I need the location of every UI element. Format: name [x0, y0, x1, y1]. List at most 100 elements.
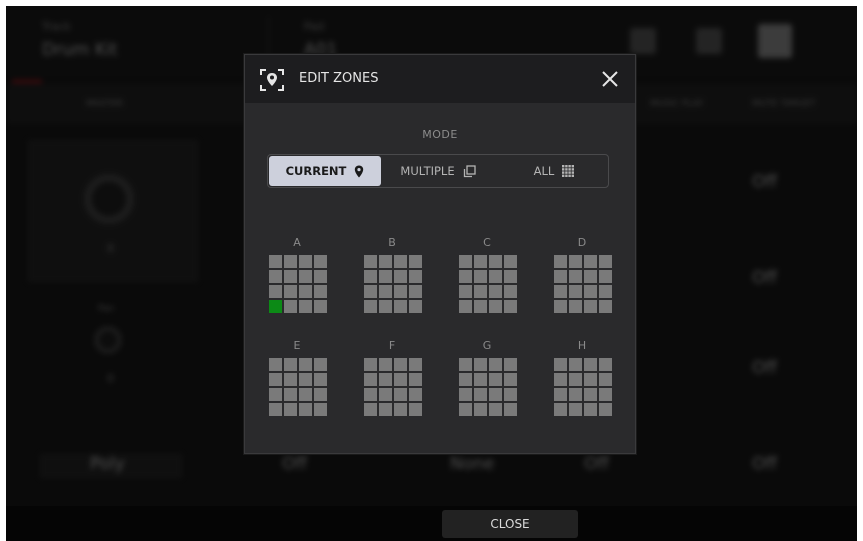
pad[interactable]	[364, 373, 377, 386]
pad[interactable]	[364, 270, 377, 283]
pad[interactable]	[269, 388, 282, 401]
pad[interactable]	[379, 300, 392, 313]
pad[interactable]	[314, 300, 327, 313]
pad[interactable]	[584, 358, 597, 371]
pad[interactable]	[554, 285, 567, 298]
pad[interactable]	[269, 270, 282, 283]
mode-multiple-button[interactable]: MULTIPLE	[388, 156, 488, 186]
pad[interactable]	[269, 285, 282, 298]
pad[interactable]	[569, 300, 582, 313]
pad[interactable]	[504, 255, 517, 268]
pad[interactable]	[474, 255, 487, 268]
pad[interactable]	[379, 358, 392, 371]
pad[interactable]	[364, 358, 377, 371]
pad[interactable]	[554, 255, 567, 268]
pad[interactable]	[474, 388, 487, 401]
pad[interactable]	[554, 270, 567, 283]
pad[interactable]	[599, 403, 612, 416]
pad[interactable]	[599, 270, 612, 283]
pad[interactable]	[379, 255, 392, 268]
pad[interactable]	[569, 255, 582, 268]
pad[interactable]	[379, 388, 392, 401]
pad[interactable]	[379, 403, 392, 416]
pad[interactable]	[409, 403, 422, 416]
pad[interactable]	[504, 403, 517, 416]
pad[interactable]	[599, 373, 612, 386]
pad[interactable]	[314, 285, 327, 298]
pad[interactable]	[554, 300, 567, 313]
pad[interactable]	[504, 358, 517, 371]
pad[interactable]	[394, 388, 407, 401]
pad[interactable]	[394, 403, 407, 416]
pad[interactable]	[269, 358, 282, 371]
pad[interactable]	[474, 358, 487, 371]
pad[interactable]	[459, 403, 472, 416]
pad[interactable]	[284, 255, 297, 268]
pad[interactable]	[459, 285, 472, 298]
pad[interactable]	[284, 388, 297, 401]
pad[interactable]	[569, 388, 582, 401]
pad[interactable]	[599, 388, 612, 401]
pad[interactable]	[554, 403, 567, 416]
pad[interactable]	[299, 403, 312, 416]
pad[interactable]	[299, 358, 312, 371]
pad[interactable]	[504, 373, 517, 386]
pad[interactable]	[599, 255, 612, 268]
pad[interactable]	[554, 388, 567, 401]
pad[interactable]	[489, 403, 502, 416]
pad[interactable]	[569, 270, 582, 283]
pad[interactable]	[504, 270, 517, 283]
pad[interactable]	[299, 255, 312, 268]
pad[interactable]	[489, 255, 502, 268]
pad[interactable]	[459, 255, 472, 268]
pad[interactable]	[504, 388, 517, 401]
pad[interactable]	[584, 255, 597, 268]
pad[interactable]	[269, 373, 282, 386]
pad[interactable]	[394, 300, 407, 313]
pad[interactable]	[409, 388, 422, 401]
pad[interactable]	[314, 358, 327, 371]
pad[interactable]	[474, 403, 487, 416]
pad[interactable]	[459, 270, 472, 283]
pad[interactable]	[409, 270, 422, 283]
pad[interactable]	[394, 373, 407, 386]
pad[interactable]	[599, 358, 612, 371]
pad[interactable]	[459, 300, 472, 313]
pad[interactable]	[379, 285, 392, 298]
pad[interactable]	[409, 285, 422, 298]
pad[interactable]	[394, 285, 407, 298]
pad[interactable]	[504, 300, 517, 313]
pad[interactable]	[364, 255, 377, 268]
pad-selected[interactable]	[269, 300, 282, 313]
pad[interactable]	[584, 270, 597, 283]
pad[interactable]	[599, 300, 612, 313]
pad[interactable]	[314, 255, 327, 268]
pad[interactable]	[284, 300, 297, 313]
pad[interactable]	[459, 358, 472, 371]
pad[interactable]	[284, 373, 297, 386]
pad[interactable]	[569, 403, 582, 416]
pad[interactable]	[504, 285, 517, 298]
pad[interactable]	[569, 358, 582, 371]
mode-current-button[interactable]: CURRENT	[269, 156, 381, 186]
pad[interactable]	[299, 270, 312, 283]
pad[interactable]	[379, 270, 392, 283]
pad[interactable]	[314, 373, 327, 386]
pad[interactable]	[474, 285, 487, 298]
pad[interactable]	[584, 285, 597, 298]
pad[interactable]	[599, 285, 612, 298]
pad[interactable]	[459, 388, 472, 401]
pad[interactable]	[284, 403, 297, 416]
pad[interactable]	[584, 388, 597, 401]
pad[interactable]	[269, 403, 282, 416]
pad[interactable]	[284, 270, 297, 283]
pad[interactable]	[554, 358, 567, 371]
pad[interactable]	[364, 285, 377, 298]
pad[interactable]	[299, 300, 312, 313]
pad[interactable]	[284, 358, 297, 371]
pad[interactable]	[364, 300, 377, 313]
close-button[interactable]: CLOSE	[442, 510, 578, 538]
pad[interactable]	[569, 373, 582, 386]
pad[interactable]	[474, 373, 487, 386]
mode-all-button[interactable]: ALL	[504, 156, 604, 186]
